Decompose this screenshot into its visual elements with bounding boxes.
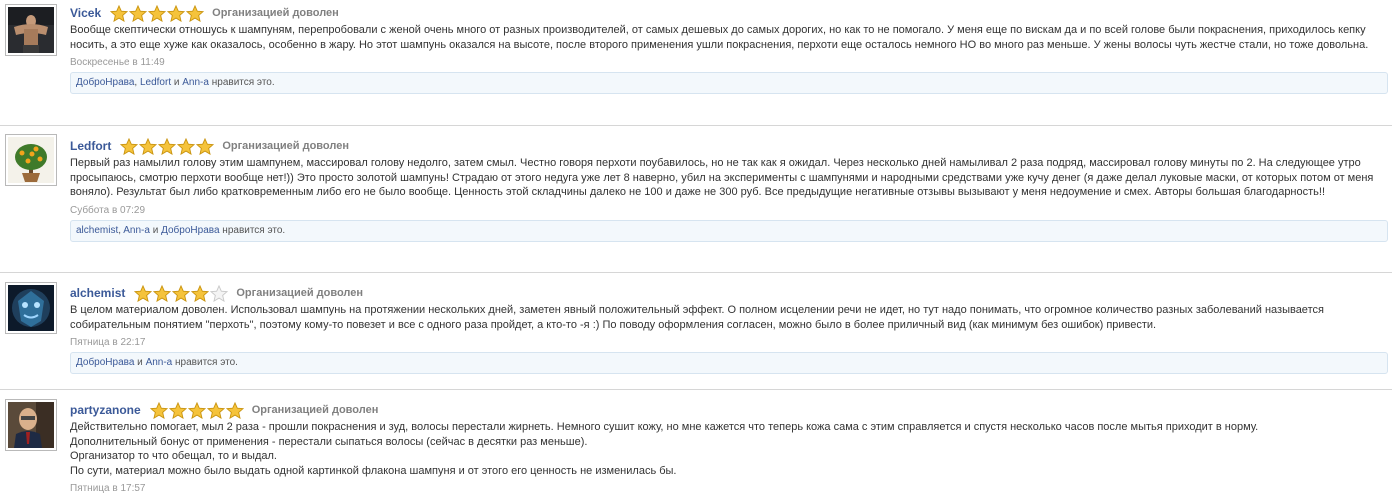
avatar[interactable] [5,282,57,334]
rating-stars [149,401,245,419]
likes-suffix: нравится это. [208,77,275,88]
timestamp[interactable]: Пятница в 17:57 [70,483,1389,494]
likes-bar: ДоброНрава, Ledfort и Ann-a нравится это… [70,72,1388,94]
review-line: Дополнительный бонус от применения - пер… [70,435,588,448]
rating-stars [110,4,205,22]
review-item: alchemist Организацией доволен В целом м… [0,272,1392,384]
verdict-label: Организацией доволен [236,287,364,299]
likes-bar: ДоброНрава и Ann-a нравится это. [70,352,1388,374]
star-filled-icon [110,4,129,22]
star-filled-icon [225,401,244,419]
timestamp[interactable]: Воскресенье в 11:49 [70,57,1389,68]
star-filled-icon [139,137,158,155]
star-filled-icon [186,4,205,22]
like-user-link[interactable]: Ann-a [146,357,173,368]
avatar[interactable] [5,134,57,186]
like-user-link[interactable]: ДоброНрава [161,225,219,236]
star-filled-icon [187,401,206,419]
review-line: Действительно помогает, мыл 2 раза - про… [70,421,1259,433]
like-user-link[interactable]: alchemist [76,225,118,236]
timestamp[interactable]: Пятница в 22:17 [70,337,1389,348]
likes-suffix: нравится это. [219,224,286,236]
verdict-label: Организацией доволен [212,7,339,19]
star-filled-icon [120,137,139,155]
username[interactable]: alchemist [70,286,125,300]
star-filled-icon [153,284,172,302]
like-user-link[interactable]: ДоброНрава [76,357,134,368]
star-filled-icon [167,4,186,22]
like-user-link[interactable]: ДоброНрава [76,77,134,88]
like-user-link[interactable]: Ann-a [123,225,150,236]
star-filled-icon [177,137,196,155]
review-item: Ledfort Организацией доволен Первый раз … [0,125,1392,267]
verdict-label: Организацией доволен [251,404,379,416]
review-text: В целом материалом доволен. Использовал … [70,304,1324,331]
star-filled-icon [149,401,168,419]
star-filled-icon [129,4,148,22]
username[interactable]: Ledfort [70,139,111,153]
avatar[interactable] [5,399,57,451]
verdict-label: Организацией доволен [222,140,349,152]
review-line: По сути, материал можно было выдать одно… [70,464,677,477]
star-filled-icon [134,284,153,302]
timestamp[interactable]: Суббота в 07:29 [70,205,1389,216]
avatar[interactable] [5,4,57,56]
like-user-link[interactable]: Ann-a [182,77,209,88]
review-item: partyzanone Организацией доволен Действи… [0,389,1392,496]
review-item: Vicek Организацией доволен Вообще скепти… [0,0,1392,122]
star-filled-icon [196,137,215,155]
likes-suffix: нравится это. [172,357,238,368]
like-user-link[interactable]: Ledfort [140,77,171,88]
review-text: Первый раз намылил голову этим шампунем,… [70,157,1374,198]
star-filled-icon [168,401,187,419]
review-text: Вообще скептически отношусь к шампуням, … [70,24,1369,51]
review-text: Действительно помогает, мыл 2 раза - про… [70,420,1386,478]
star-filled-icon [148,4,167,22]
star-empty-icon [210,284,229,302]
star-filled-icon [172,284,191,302]
username[interactable]: partyzanone [70,403,141,417]
likes-bar: alchemist, Ann-a и ДоброНрава нравится э… [70,219,1388,242]
star-filled-icon [158,137,177,155]
star-filled-icon [206,401,225,419]
username[interactable]: Vicek [70,6,101,20]
rating-stars [134,284,229,302]
rating-stars [120,137,215,155]
review-line: Организатор то что обещал, то и выдал. [70,450,277,462]
star-filled-icon [191,284,210,302]
